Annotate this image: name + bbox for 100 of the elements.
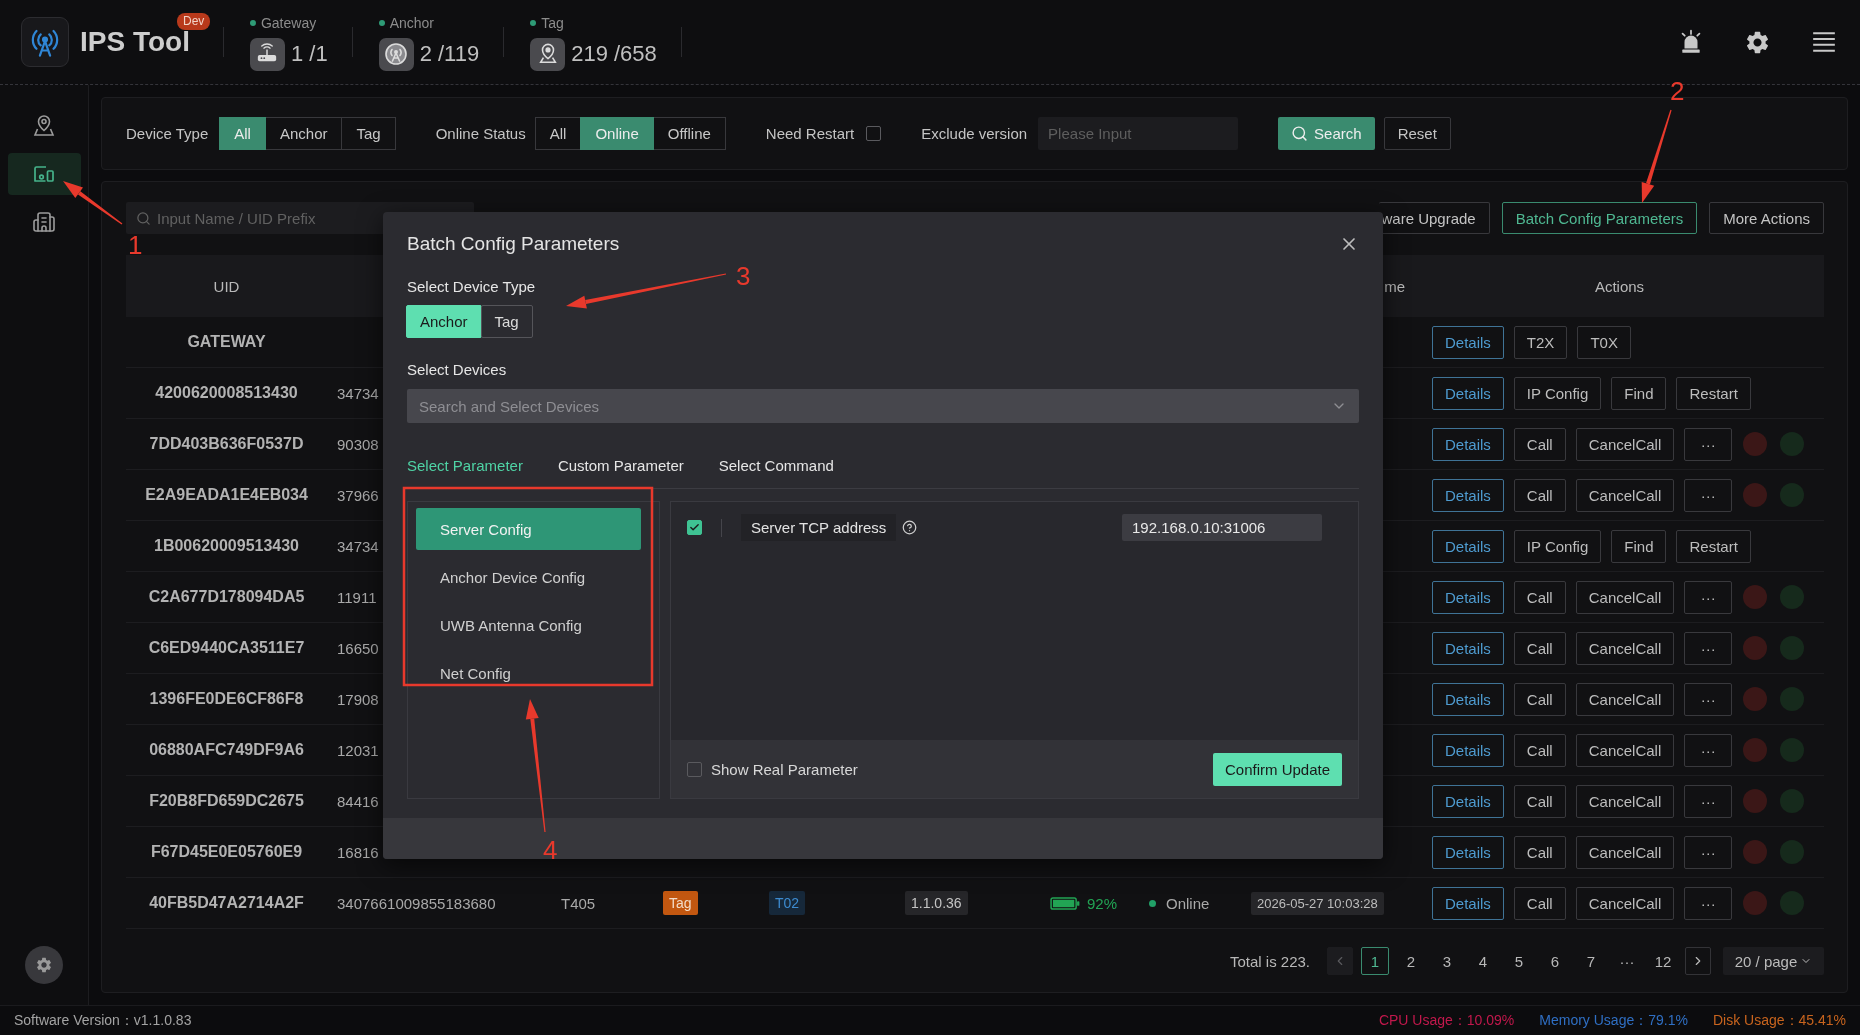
group-item[interactable]: Net Config: [416, 652, 641, 694]
action-button[interactable]: Details: [1432, 529, 1504, 563]
action-button[interactable]: Call: [1513, 784, 1566, 818]
uid-text: E2A9EADA1E4EB034: [145, 486, 308, 504]
action-button[interactable]: Details: [1432, 478, 1504, 512]
page-button[interactable]: 2: [1397, 947, 1425, 975]
action-button[interactable]: Details: [1432, 682, 1504, 716]
router-icon: [249, 37, 285, 71]
page-button[interactable]: 1: [1361, 947, 1389, 975]
tab[interactable]: Custom Parameter: [557, 456, 684, 476]
cell-text: 11911: [337, 588, 377, 606]
version-tag: 1.1.0.36: [905, 891, 968, 915]
action-button[interactable]: IP Config: [1513, 376, 1602, 410]
action-button[interactable]: IP Config: [1513, 529, 1602, 563]
page-size-select[interactable]: 20 / page: [1723, 947, 1824, 975]
page-button[interactable]: ···: [1613, 947, 1641, 975]
toolbar-button[interactable]: More Actions: [1709, 202, 1824, 234]
action-button[interactable]: ···: [1684, 478, 1733, 512]
action-button[interactable]: ···: [1684, 733, 1733, 767]
action-button[interactable]: ···: [1684, 427, 1733, 461]
action-button[interactable]: ···: [1684, 886, 1733, 920]
antenna-logo-icon: [21, 17, 69, 67]
action-button[interactable]: Details: [1432, 427, 1504, 461]
action-button[interactable]: Call: [1513, 682, 1566, 716]
column-header: UID: [213, 277, 240, 295]
action-button[interactable]: ···: [1684, 682, 1733, 716]
page-button[interactable]: 5: [1505, 947, 1533, 975]
action-button[interactable]: Find: [1611, 376, 1667, 410]
action-button[interactable]: CancelCall: [1575, 478, 1675, 512]
nav-item[interactable]: [7, 153, 81, 195]
page-button[interactable]: 4: [1469, 947, 1497, 975]
confirm-button[interactable]: Confirm Update: [1212, 752, 1342, 786]
tab[interactable]: Select Parameter: [407, 456, 523, 476]
action-button[interactable]: Details: [1432, 886, 1504, 920]
action-button[interactable]: Details: [1432, 325, 1504, 359]
page-button[interactable]: 3: [1433, 947, 1461, 975]
action-button[interactable]: Find: [1611, 529, 1667, 563]
group-item[interactable]: Anchor Device Config: [416, 556, 641, 598]
page-button[interactable]: 7: [1577, 947, 1605, 975]
action-button[interactable]: ···: [1684, 631, 1733, 665]
uid-text: 06880AFC749DF9A6: [149, 741, 304, 759]
toolbar-button[interactable]: Batch Config Parameters: [1501, 202, 1698, 234]
tab[interactable]: Select Command: [718, 456, 834, 476]
uid-text: 40FB5D47A2714A2F: [149, 894, 304, 912]
action-button[interactable]: Details: [1432, 784, 1504, 818]
battery-text: 92%: [1087, 894, 1118, 912]
filter-label: Device Type: [126, 125, 209, 142]
action-button[interactable]: Call: [1513, 580, 1566, 614]
type-tag: Tag: [663, 891, 698, 915]
action-button[interactable]: Details: [1432, 580, 1504, 614]
parameter-input[interactable]: 192.168.0.10:31006: [1122, 514, 1322, 541]
action-button[interactable]: Restart: [1676, 529, 1751, 563]
action-button[interactable]: CancelCall: [1575, 835, 1675, 869]
segment-option[interactable]: Anchor: [406, 305, 482, 338]
action-button[interactable]: CancelCall: [1575, 784, 1675, 818]
page-button[interactable]: 12: [1649, 947, 1677, 975]
status-dot-icon: [530, 19, 537, 26]
action-button[interactable]: Details: [1432, 835, 1504, 869]
action-button[interactable]: ···: [1684, 835, 1733, 869]
search-icon: [136, 210, 151, 226]
action-button[interactable]: CancelCall: [1575, 682, 1675, 716]
action-button[interactable]: Call: [1513, 835, 1566, 869]
antenna-icon: [378, 37, 414, 71]
action-button[interactable]: T2X: [1513, 325, 1568, 359]
segment-option[interactable]: Tag: [341, 117, 396, 150]
settings-icon[interactable]: [25, 946, 63, 984]
action-button[interactable]: CancelCall: [1575, 886, 1675, 920]
uid-text: 1B00620009513430: [154, 537, 299, 555]
action-button[interactable]: Call: [1513, 478, 1566, 512]
action-button[interactable]: ···: [1684, 580, 1733, 614]
help-icon[interactable]: [902, 520, 918, 535]
segment-option[interactable]: Tag: [480, 305, 533, 338]
segment-option[interactable]: All: [219, 117, 266, 150]
status-dot-icon: [378, 19, 385, 26]
action-button[interactable]: CancelCall: [1575, 427, 1675, 461]
page-button[interactable]: 6: [1541, 947, 1569, 975]
action-button[interactable]: CancelCall: [1575, 733, 1675, 767]
action-button[interactable]: Call: [1513, 733, 1566, 767]
action-button[interactable]: CancelCall: [1575, 631, 1675, 665]
menu-icon[interactable]: [1811, 29, 1837, 55]
action-button[interactable]: CancelCall: [1575, 580, 1675, 614]
version-input[interactable]: Please Input: [1038, 117, 1239, 150]
segment-option[interactable]: Anchor: [264, 117, 343, 150]
reset-button[interactable]: Reset: [1383, 117, 1451, 150]
segment-option[interactable]: Online: [580, 117, 654, 150]
segment-option[interactable]: Offline: [652, 117, 726, 150]
action-button[interactable]: Restart: [1676, 376, 1751, 410]
action-button[interactable]: Call: [1513, 631, 1566, 665]
action-button[interactable]: Call: [1513, 886, 1566, 920]
action-button[interactable]: Call: [1513, 427, 1566, 461]
action-button[interactable]: ···: [1684, 784, 1733, 818]
search-button[interactable]: Search: [1278, 117, 1375, 150]
checkbox[interactable]: [866, 126, 882, 141]
action-button[interactable]: Details: [1432, 376, 1504, 410]
group-item[interactable]: UWB Antenna Config: [416, 604, 641, 646]
action-button[interactable]: Details: [1432, 631, 1504, 665]
action-button[interactable]: T0X: [1577, 325, 1631, 359]
action-button[interactable]: Details: [1432, 733, 1504, 767]
checkbox[interactable]: [687, 520, 702, 535]
checkbox[interactable]: [687, 761, 702, 777]
